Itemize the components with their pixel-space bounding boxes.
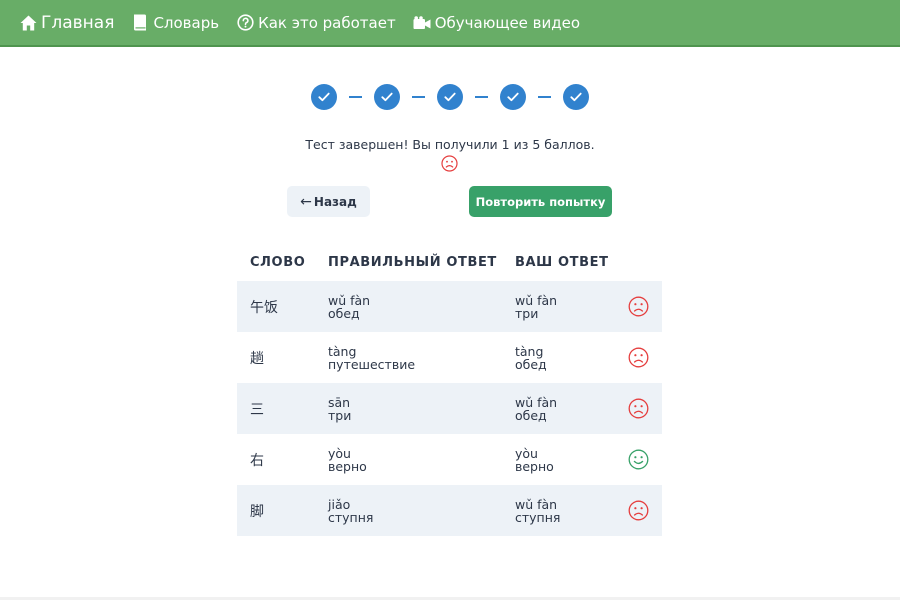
your-meaning: ступня — [515, 509, 561, 525]
frown-icon — [628, 347, 649, 368]
nav-tutorial-video-label: Обучающее видео — [434, 13, 581, 32]
frown-icon — [628, 296, 649, 317]
back-button[interactable]: ← Назад — [287, 186, 370, 217]
correct-answer-cell: yòu верно — [328, 447, 367, 473]
step-connector — [538, 96, 551, 98]
frown-icon — [441, 155, 458, 172]
checkmark-icon — [444, 92, 456, 102]
correct-answer-cell: jiǎo ступня — [328, 498, 373, 524]
correct-meaning: обед — [328, 305, 360, 321]
your-meaning: обед — [515, 356, 547, 372]
progress-steps — [0, 84, 900, 110]
step-indicator — [437, 84, 463, 110]
step-indicator — [500, 84, 526, 110]
question-circle-icon — [236, 14, 254, 32]
step-connector — [475, 96, 488, 98]
table-row: 右 yòu верно yòu верно — [237, 434, 662, 485]
table-row: 脚 jiǎo ступня wǔ fàn ступня — [237, 485, 662, 536]
retry-button-label: Повторить попытку — [475, 194, 606, 209]
word-cell: 午饭 — [250, 299, 278, 316]
result-message: Тест завершен! Вы получили 1 из 5 баллов… — [305, 137, 595, 152]
table-row: 午饭 wǔ fàn обед wǔ fàn три — [237, 281, 662, 332]
your-answer-cell: wǔ fàn ступня — [515, 498, 560, 524]
checkmark-icon — [318, 92, 330, 102]
frown-icon — [628, 500, 649, 521]
correct-meaning: ступня — [328, 509, 374, 525]
checkmark-icon — [507, 92, 519, 102]
word-cell: 趟 — [250, 350, 264, 367]
step-indicator — [311, 84, 337, 110]
correct-answer-cell: tàng путешествие — [328, 345, 415, 371]
header-your-answer: ВАШ ОТВЕТ — [515, 255, 609, 270]
smile-icon — [628, 449, 649, 470]
frown-icon — [628, 398, 649, 419]
your-answer-cell: wǔ fàn обед — [515, 396, 557, 422]
video-camera-icon — [413, 14, 431, 32]
arrow-left-icon: ← — [300, 193, 312, 210]
header-correct-answer: ПРАВИЛЬНЫЙ ОТВЕТ — [328, 255, 497, 270]
nav-dictionary-label: Словарь — [153, 13, 220, 32]
retry-button[interactable]: Повторить попытку — [469, 186, 612, 217]
correct-meaning: три — [328, 407, 352, 423]
results-table: СЛОВО ПРАВИЛЬНЫЙ ОТВЕТ ВАШ ОТВЕТ 午饭 wǔ fà… — [237, 244, 662, 536]
correct-meaning: путешествие — [328, 356, 416, 372]
nav-home-label: Главная — [41, 12, 115, 33]
table-body: 午饭 wǔ fàn обед wǔ fàn три 趟 tàng путешествие tàn… — [237, 281, 662, 536]
table-row: 趟 tàng путешествие tàng обед — [237, 332, 662, 383]
table-header: СЛОВО ПРАВИЛЬНЫЙ ОТВЕТ ВАШ ОТВЕТ — [237, 244, 662, 281]
step-connector — [412, 96, 425, 98]
top-navbar: Главная Словарь Как это работает Обучающ… — [0, 0, 900, 47]
word-cell: 脚 — [250, 503, 264, 520]
checkmark-icon — [570, 92, 582, 102]
checkmark-icon — [381, 92, 393, 102]
your-answer-cell: tàng обед — [515, 345, 547, 371]
home-icon — [19, 14, 37, 32]
back-button-label: Назад — [313, 194, 357, 209]
nav-how-it-works-label: Как это работает — [258, 13, 396, 32]
your-meaning: верно — [515, 458, 554, 474]
correct-answer-cell: wǔ fàn обед — [328, 294, 370, 320]
correct-meaning: верно — [328, 458, 367, 474]
correct-answer-cell: sān три — [328, 396, 351, 422]
your-meaning: обед — [515, 407, 547, 423]
book-icon — [131, 14, 149, 32]
step-connector — [349, 96, 362, 98]
table-row: 三 sān три wǔ fàn обед — [237, 383, 662, 434]
header-word: СЛОВО — [250, 255, 306, 270]
your-answer-cell: yòu верно — [515, 447, 554, 473]
step-indicator — [563, 84, 589, 110]
step-indicator — [374, 84, 400, 110]
your-meaning: три — [515, 305, 539, 321]
word-cell: 右 — [250, 452, 264, 469]
word-cell: 三 — [250, 401, 264, 418]
nav-home[interactable]: Главная — [19, 13, 114, 33]
nav-tutorial-video[interactable]: Обучающее видео — [413, 14, 580, 32]
nav-how-it-works[interactable]: Как это работает — [236, 14, 396, 32]
your-answer-cell: wǔ fàn три — [515, 294, 557, 320]
nav-dictionary[interactable]: Словарь — [131, 14, 219, 32]
